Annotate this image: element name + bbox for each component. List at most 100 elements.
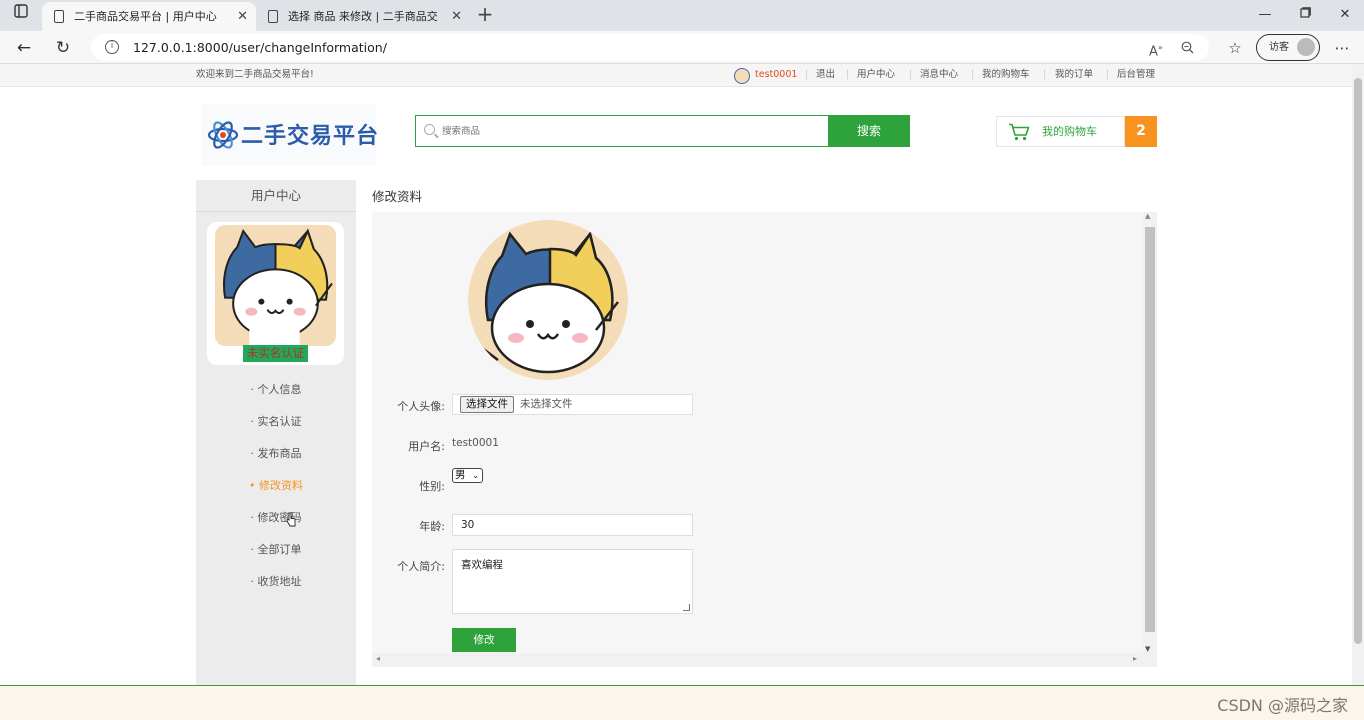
close-window-icon[interactable]: ✕ [1330, 3, 1360, 27]
logo-text: 二手交易平台 [241, 124, 380, 149]
divider: | [805, 69, 809, 80]
my-cart-link[interactable]: 我的购物车 [982, 64, 1030, 86]
sidebar-item-personal-info[interactable]: · 个人信息 [196, 374, 356, 406]
profile-button[interactable]: 访客 [1256, 34, 1320, 61]
submit-button[interactable]: 修改 [452, 628, 516, 652]
search-icon [424, 124, 435, 135]
favorites-icon[interactable]: ☆ [1224, 35, 1246, 61]
tab-title: 选择 商品 来修改 | 二手商品交易 [288, 10, 438, 23]
user-center-link[interactable]: 用户中心 [857, 64, 895, 86]
divider: | [846, 69, 850, 80]
sidebar-item-publish-goods[interactable]: · 发布商品 [196, 438, 356, 470]
more-menu-icon[interactable]: ⋯ [1332, 35, 1352, 61]
avatar-file-input: 选择文件 未选择文件 [452, 394, 693, 415]
chevron-down-icon: ⌄ [472, 471, 479, 480]
user-avatar-icon [734, 68, 750, 84]
bio-label: 个人简介: [397, 560, 445, 573]
read-aloud-icon[interactable]: A» [1149, 34, 1163, 65]
refresh-icon[interactable]: ↻ [50, 35, 76, 61]
zoom-icon[interactable] [1181, 34, 1194, 64]
address-bar[interactable]: i 127.0.0.1:8000/user/changeInformation/… [91, 34, 1209, 61]
choose-file-button[interactable]: 选择文件 [460, 396, 514, 413]
cart-label: 我的购物车 [1042, 125, 1097, 138]
scroll-up-icon[interactable]: ▲ [1145, 212, 1150, 220]
tab-actions-icon[interactable] [6, 3, 36, 27]
footer-strip: CSDN @源码之家 [0, 685, 1364, 720]
cart-count-badge: 2 [1125, 116, 1157, 147]
page-scrollbar[interactable] [1352, 64, 1364, 686]
info-icon[interactable]: i [105, 40, 119, 54]
scroll-down-icon[interactable]: ▼ [1145, 645, 1150, 653]
sidebar-item-all-orders[interactable]: · 全部订单 [196, 534, 356, 566]
scroll-left-icon[interactable]: ◂ [376, 654, 380, 663]
hand-cursor-icon [286, 512, 296, 527]
age-input[interactable]: 30 [452, 514, 693, 536]
user-sidebar: 用户中心 未实名认证 · 个人信息 · 实名认证 · 发布商品 • 修改资料 ·… [196, 180, 356, 686]
document-icon [54, 10, 64, 23]
avatar-card: 未实名认证 [207, 222, 344, 365]
page-title: 修改资料 [372, 189, 423, 204]
browser-toolbar: ← ↻ i 127.0.0.1:8000/user/changeInformat… [0, 31, 1364, 64]
sidebar-item-edit-profile[interactable]: • 修改资料 [196, 470, 356, 502]
edit-profile-frame: 个人头像: 选择文件 未选择文件 用户名: test0001 性别: 男 ⌄ 年… [372, 212, 1157, 667]
cart-icon [1009, 123, 1030, 141]
atom-logo-icon [207, 121, 239, 149]
sidebar-item-real-name-auth[interactable]: · 实名认证 [196, 406, 356, 438]
sidebar-item-change-password[interactable]: · 修改密码 [196, 502, 356, 534]
bio-value: 喜欢编程 [461, 559, 503, 571]
gender-label: 性别: [419, 480, 445, 493]
bio-textarea[interactable]: 喜欢编程 [452, 549, 693, 614]
maximize-icon[interactable] [1290, 3, 1320, 27]
sidebar-title: 用户中心 [196, 180, 356, 212]
document-icon [268, 10, 278, 23]
minimize-icon[interactable]: — [1250, 3, 1280, 27]
page: 欢迎来到二手商品交易平台! test0001 | 退出 | 用户中心 | 消息中… [0, 64, 1364, 720]
browser-titlebar: 二手商品交易平台 | 用户中心 ✕ 选择 商品 来修改 | 二手商品交易 ✕ +… [0, 0, 1364, 31]
profile-label: 访客 [1269, 42, 1289, 53]
avatar-icon [1297, 38, 1315, 56]
welcome-text: 欢迎来到二手商品交易平台! [196, 69, 314, 80]
divider: | [971, 69, 975, 80]
logout-link[interactable]: 退出 [816, 64, 835, 86]
sidebar-menu: · 个人信息 · 实名认证 · 发布商品 • 修改资料 · 修改密码 · 全部订… [196, 374, 356, 598]
sidebar-item-shipping-address[interactable]: · 收货地址 [196, 566, 356, 598]
resize-handle-icon[interactable] [683, 604, 690, 611]
username-label: 用户名: [408, 440, 445, 453]
avatar-label: 个人头像: [397, 400, 445, 413]
age-label: 年龄: [419, 520, 445, 533]
divider: | [1043, 69, 1047, 80]
close-icon[interactable]: ✕ [237, 2, 248, 31]
tab-admin[interactable]: 选择 商品 来修改 | 二手商品交易 ✕ [256, 2, 470, 31]
cart-button[interactable]: 我的购物车 [996, 116, 1125, 147]
username-value: test0001 [452, 437, 499, 449]
divider: | [1106, 69, 1110, 80]
frame-horizontal-scrollbar[interactable]: ◂ ▸ [372, 653, 1157, 667]
admin-link[interactable]: 后台管理 [1117, 64, 1155, 86]
divider: | [909, 69, 913, 80]
tab-user-center[interactable]: 二手商品交易平台 | 用户中心 ✕ [42, 2, 256, 31]
gender-value: 男 [455, 469, 466, 481]
search-input[interactable] [440, 116, 820, 146]
scrollbar-thumb[interactable] [1145, 227, 1155, 632]
my-orders-link[interactable]: 我的订单 [1055, 64, 1093, 86]
url-text[interactable]: 127.0.0.1:8000/user/changeInformation/ [133, 34, 387, 61]
gender-select[interactable]: 男 ⌄ [452, 468, 483, 483]
search-button[interactable]: 搜索 [828, 115, 910, 147]
file-status: 未选择文件 [520, 398, 573, 410]
search-box [415, 115, 829, 147]
message-center-link[interactable]: 消息中心 [920, 64, 958, 86]
close-icon[interactable]: ✕ [451, 2, 462, 31]
username-link[interactable]: test0001 [755, 64, 797, 86]
scroll-right-icon[interactable]: ▸ [1133, 654, 1137, 663]
scrollbar-thumb[interactable] [1354, 78, 1362, 644]
site-topbar: 欢迎来到二手商品交易平台! test0001 | 退出 | 用户中心 | 消息中… [0, 64, 1352, 87]
profile-avatar-preview [468, 220, 628, 380]
certification-status[interactable]: 未实名认证 [243, 345, 308, 362]
new-tab-icon[interactable]: + [474, 3, 496, 27]
avatar [215, 225, 336, 346]
tab-title: 二手商品交易平台 | 用户中心 [74, 10, 217, 23]
site-logo[interactable]: 二手交易平台 [201, 104, 380, 166]
watermark: CSDN @源码之家 [1217, 696, 1348, 715]
frame-vertical-scrollbar[interactable]: ▲ ▼ [1143, 212, 1157, 653]
back-arrow-icon[interactable]: ← [11, 35, 37, 61]
